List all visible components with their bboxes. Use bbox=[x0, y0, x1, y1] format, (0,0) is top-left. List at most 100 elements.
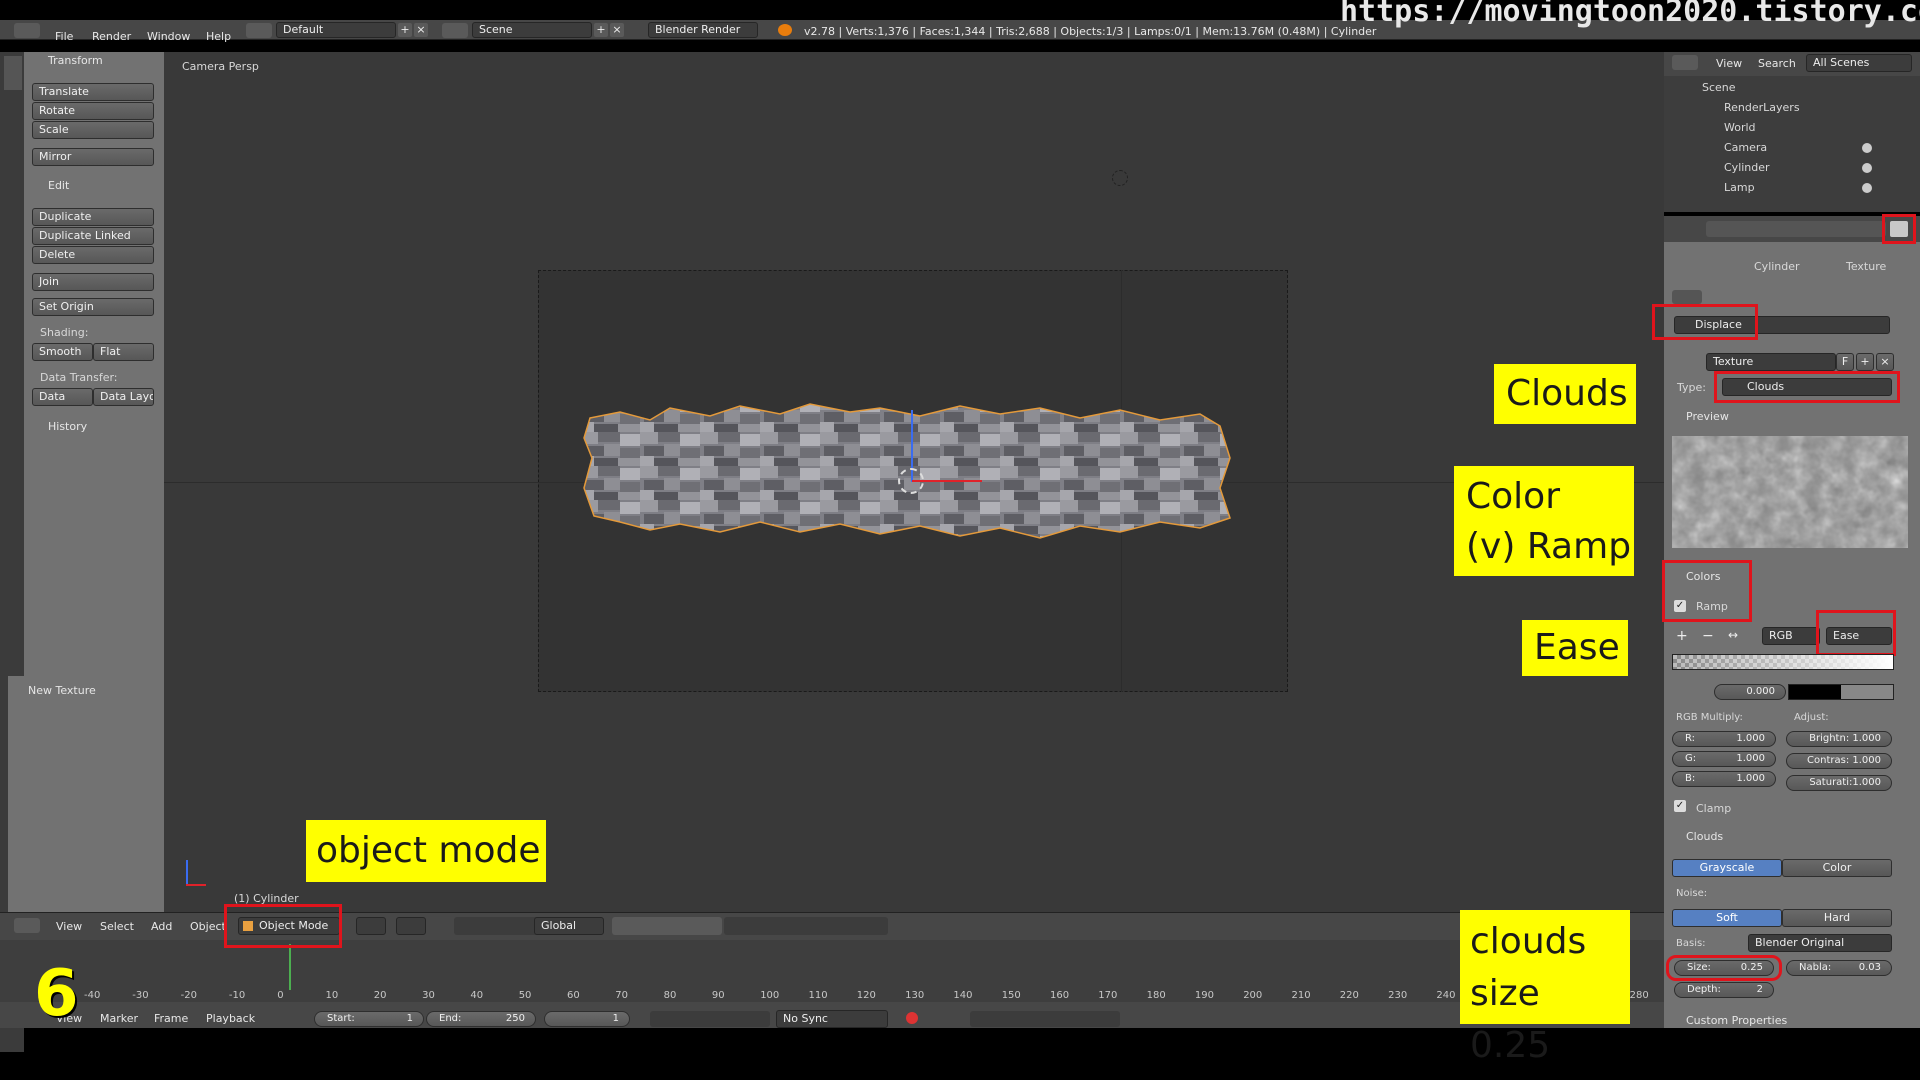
basis-select[interactable]: Blender Original bbox=[1748, 934, 1892, 952]
hard-noise-button[interactable]: Hard bbox=[1782, 909, 1892, 927]
new-texture-panel-title[interactable]: New Texture bbox=[28, 684, 96, 697]
origin-cursor-icon[interactable] bbox=[898, 468, 924, 494]
delete-button[interactable]: Delete bbox=[32, 246, 154, 264]
join-button[interactable]: Join bbox=[32, 273, 154, 291]
layout-select[interactable]: Default bbox=[276, 22, 396, 38]
ramp-color-mode-select[interactable]: RGB bbox=[1762, 627, 1820, 645]
outliner-item-cylinder[interactable]: Cylinder bbox=[1724, 161, 1770, 174]
manipulator-icons[interactable] bbox=[454, 917, 546, 935]
texture-unlink-button[interactable]: × bbox=[1876, 353, 1894, 371]
displace-highlight bbox=[1652, 304, 1758, 340]
visibility-eye-icon[interactable] bbox=[1862, 163, 1872, 173]
timeline-menu-marker[interactable]: Marker bbox=[100, 1012, 138, 1025]
ramp-add-icon[interactable]: + bbox=[1676, 628, 1688, 644]
outliner-menu-view[interactable]: View bbox=[1716, 57, 1742, 70]
ramp-position-field[interactable]: 0.000 bbox=[1714, 684, 1786, 700]
playback-controls[interactable] bbox=[650, 1011, 770, 1027]
visibility-eye-icon[interactable] bbox=[1862, 183, 1872, 193]
r-multiply-field[interactable]: R: 1.000 bbox=[1672, 731, 1776, 747]
scene-select[interactable]: Scene bbox=[472, 22, 592, 38]
menu-render[interactable]: Render bbox=[92, 30, 131, 43]
clouds-panel-title[interactable]: Clouds bbox=[1686, 830, 1723, 843]
layout-icon[interactable] bbox=[246, 23, 272, 38]
render-engine-select[interactable]: Blender Render bbox=[648, 22, 758, 38]
timeline-menu-playback[interactable]: Playback bbox=[206, 1012, 255, 1025]
set-origin-button[interactable]: Set Origin bbox=[32, 298, 154, 316]
soft-noise-button[interactable]: Soft bbox=[1672, 909, 1782, 927]
data-button[interactable]: Data bbox=[32, 388, 93, 406]
view3d-editor-icon[interactable] bbox=[14, 918, 40, 933]
menu-view[interactable]: View bbox=[56, 920, 82, 933]
flat-button[interactable]: Flat bbox=[93, 343, 154, 361]
ramp-remove-icon[interactable]: − bbox=[1702, 628, 1714, 644]
edit-panel-title[interactable]: Edit bbox=[48, 179, 69, 192]
depth-field[interactable]: Depth: 2 bbox=[1674, 982, 1774, 998]
tab-tools[interactable] bbox=[4, 56, 22, 90]
ramp-color-swatch[interactable] bbox=[1788, 684, 1894, 700]
outliner-item-scene[interactable]: Scene bbox=[1702, 81, 1736, 94]
start-frame-field[interactable]: Start: 1 bbox=[314, 1011, 424, 1027]
grayscale-button[interactable]: Grayscale bbox=[1672, 859, 1782, 877]
outliner-item-world[interactable]: World bbox=[1724, 121, 1756, 134]
texture-new-button[interactable]: + bbox=[1856, 353, 1874, 371]
record-icon[interactable] bbox=[906, 1012, 918, 1024]
layout-close-icon[interactable]: × bbox=[414, 23, 428, 37]
menu-help[interactable]: Help bbox=[206, 30, 231, 43]
smooth-button[interactable]: Smooth bbox=[32, 343, 93, 361]
duplicate-linked-button[interactable]: Duplicate Linked bbox=[32, 227, 154, 245]
texture-name-field[interactable]: Texture bbox=[1706, 353, 1836, 371]
outliner-item-lamp[interactable]: Lamp bbox=[1724, 181, 1755, 194]
outliner-editor-icon[interactable] bbox=[1672, 55, 1698, 70]
end-frame-field[interactable]: End: 250 bbox=[426, 1011, 536, 1027]
scene-close-icon[interactable]: × bbox=[610, 23, 624, 37]
outliner-item-renderlayers[interactable]: RenderLayers bbox=[1724, 101, 1800, 114]
keying-set-field[interactable] bbox=[970, 1011, 1120, 1027]
saturation-field[interactable]: Saturati:1.000 bbox=[1786, 775, 1892, 791]
snap-icons[interactable] bbox=[724, 917, 888, 935]
scene-add-icon[interactable]: + bbox=[594, 23, 608, 37]
color-ramp[interactable] bbox=[1672, 654, 1894, 670]
custom-properties-panel-title[interactable]: Custom Properties bbox=[1686, 1014, 1787, 1027]
current-frame-field[interactable]: 1 bbox=[544, 1011, 630, 1027]
mirror-button[interactable]: Mirror bbox=[32, 148, 154, 166]
history-panel-title[interactable]: History bbox=[48, 420, 87, 433]
pivot-select[interactable] bbox=[396, 917, 426, 935]
shading-select[interactable] bbox=[356, 917, 386, 935]
timeline-cursor[interactable] bbox=[289, 944, 291, 990]
timeline-menu-frame[interactable]: Frame bbox=[154, 1012, 188, 1025]
b-multiply-field[interactable]: B: 1.000 bbox=[1672, 771, 1776, 787]
contrast-field[interactable]: Contras: 1.000 bbox=[1786, 753, 1892, 769]
editor-type-icon[interactable] bbox=[14, 23, 40, 38]
outliner-menu-search[interactable]: Search bbox=[1758, 57, 1796, 70]
transform-panel-title[interactable]: Transform bbox=[48, 54, 103, 67]
rotate-button[interactable]: Rotate bbox=[32, 102, 154, 120]
g-multiply-field[interactable]: G: 1.000 bbox=[1672, 751, 1776, 767]
menu-object[interactable]: Object bbox=[190, 920, 226, 933]
sync-select[interactable]: No Sync bbox=[776, 1010, 888, 1028]
layout-add-icon[interactable]: + bbox=[398, 23, 412, 37]
data-layout-button[interactable]: Data Layo bbox=[93, 388, 154, 406]
scale-button[interactable]: Scale bbox=[32, 121, 154, 139]
outliner-filter-select[interactable]: All Scenes bbox=[1806, 54, 1912, 72]
menu-add[interactable]: Add bbox=[151, 920, 172, 933]
menu-select[interactable]: Select bbox=[100, 920, 134, 933]
texture-fake-user-button[interactable]: F bbox=[1836, 353, 1854, 371]
brightness-field[interactable]: Brightn: 1.000 bbox=[1786, 731, 1892, 747]
orientation-select[interactable]: Global bbox=[534, 917, 604, 935]
nabla-field[interactable]: Nabla: 0.03 bbox=[1786, 960, 1892, 976]
visibility-eye-icon[interactable] bbox=[1862, 143, 1872, 153]
translate-button[interactable]: Translate bbox=[32, 83, 154, 101]
menu-file[interactable]: File bbox=[55, 30, 73, 43]
properties-tabs[interactable] bbox=[1706, 221, 1886, 237]
duplicate-button[interactable]: Duplicate bbox=[32, 208, 154, 226]
outliner-item-camera[interactable]: Camera bbox=[1724, 141, 1767, 154]
menu-window[interactable]: Window bbox=[147, 30, 190, 43]
preview-panel-title[interactable]: Preview bbox=[1686, 410, 1729, 423]
color-button[interactable]: Color bbox=[1782, 859, 1892, 877]
timeline[interactable] bbox=[0, 940, 1664, 1002]
scene-icon[interactable] bbox=[442, 23, 468, 38]
texture-context-icons[interactable] bbox=[1672, 290, 1702, 304]
layer-grid[interactable] bbox=[612, 917, 722, 935]
ramp-flip-icon[interactable]: ↔ bbox=[1728, 628, 1738, 642]
clamp-checkbox[interactable]: ✓ bbox=[1674, 800, 1686, 812]
